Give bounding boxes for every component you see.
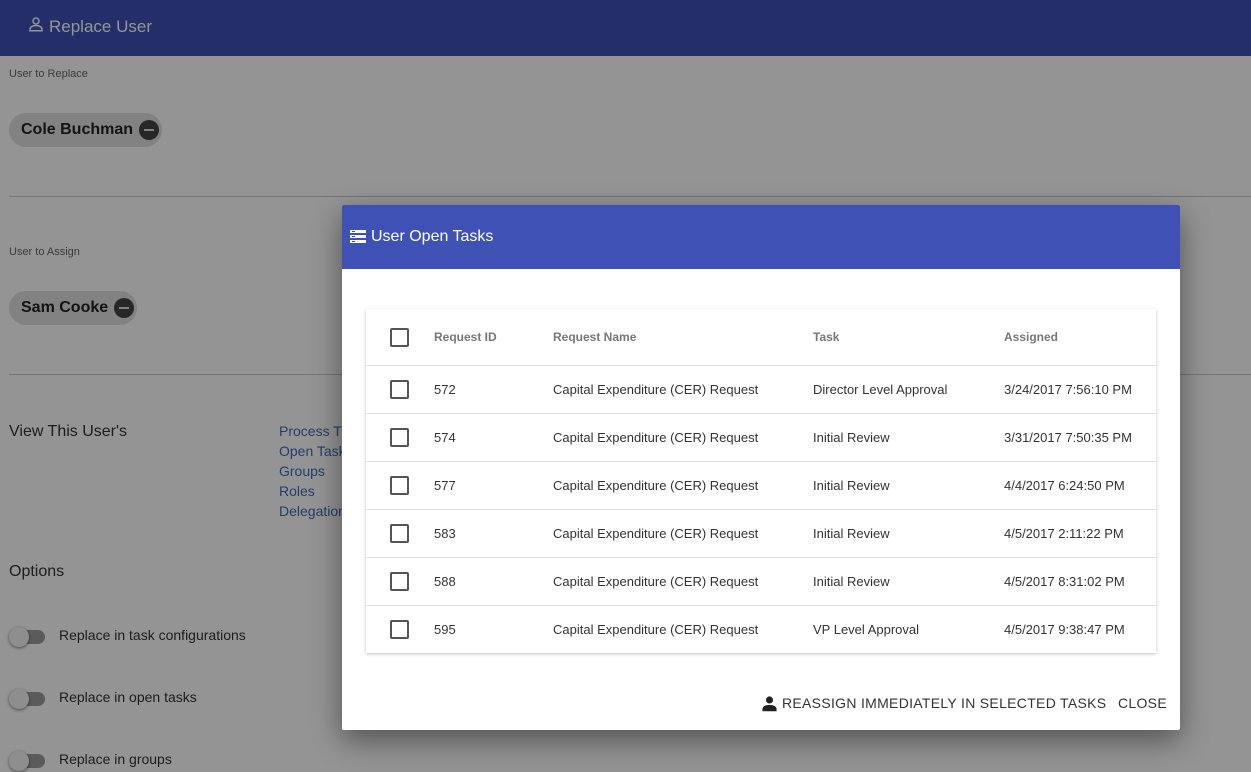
select-all-checkbox[interactable] [390, 327, 409, 347]
cell-assigned: 3/31/2017 7:50:35 PM [1004, 430, 1132, 445]
row-checkbox[interactable] [390, 572, 409, 591]
row-select-cell [390, 462, 409, 509]
dialog-header: User Open Tasks [342, 205, 1180, 269]
row-checkbox[interactable] [390, 524, 409, 543]
list-icon [349, 229, 367, 245]
cell-request-name: Capital Expenditure (CER) Request [553, 526, 759, 541]
cell-task: Initial Review [813, 526, 890, 541]
open-tasks-table: Request ID Request Name Task Assigned 57… [366, 309, 1156, 653]
table-header-row: Request ID Request Name Task Assigned [366, 309, 1156, 365]
cell-request-id: 595 [434, 622, 456, 637]
cell-request-id: 577 [434, 478, 456, 493]
table-row[interactable]: 583 Capital Expenditure (CER) Request In… [366, 509, 1156, 557]
row-checkbox[interactable] [390, 428, 409, 447]
table-row[interactable]: 572 Capital Expenditure (CER) Request Di… [366, 365, 1156, 413]
cell-request-name: Capital Expenditure (CER) Request [553, 622, 759, 637]
col-assigned[interactable]: Assigned [1004, 309, 1058, 365]
row-checkbox[interactable] [390, 620, 409, 639]
cell-task: Initial Review [813, 478, 890, 493]
row-select-cell [390, 510, 409, 557]
col-request-name[interactable]: Request Name [553, 309, 636, 365]
close-button[interactable]: CLOSE [1118, 683, 1167, 723]
table-row[interactable]: 577 Capital Expenditure (CER) Request In… [366, 461, 1156, 509]
cell-request-id: 588 [434, 574, 456, 589]
person-icon [761, 695, 778, 712]
cell-request-name: Capital Expenditure (CER) Request [553, 574, 759, 589]
cell-assigned: 4/5/2017 8:31:02 PM [1004, 574, 1125, 589]
col-task[interactable]: Task [813, 309, 839, 365]
cell-task: Initial Review [813, 574, 890, 589]
row-select-cell [390, 414, 409, 461]
cell-request-id: 574 [434, 430, 456, 445]
cell-assigned: 4/5/2017 9:38:47 PM [1004, 622, 1125, 637]
col-request-id[interactable]: Request ID [434, 309, 497, 365]
cell-task: Director Level Approval [813, 382, 948, 397]
row-checkbox[interactable] [390, 380, 409, 399]
cell-request-id: 583 [434, 526, 456, 541]
table-row[interactable]: 574 Capital Expenditure (CER) Request In… [366, 413, 1156, 461]
row-checkbox[interactable] [390, 476, 409, 495]
cell-assigned: 4/5/2017 2:11:22 PM [1004, 526, 1124, 541]
dialog-title: User Open Tasks [371, 228, 494, 245]
table-row[interactable]: 588 Capital Expenditure (CER) Request In… [366, 557, 1156, 605]
cell-assigned: 4/4/2017 6:24:50 PM [1004, 478, 1125, 493]
user-open-tasks-dialog: User Open Tasks Request ID Request Name … [342, 205, 1180, 730]
cell-request-name: Capital Expenditure (CER) Request [553, 382, 759, 397]
cell-assigned: 3/24/2017 7:56:10 PM [1004, 382, 1132, 397]
cell-request-id: 572 [434, 382, 456, 397]
table-row[interactable]: 595 Capital Expenditure (CER) Request VP… [366, 605, 1156, 653]
reassign-button-label: REASSIGN IMMEDIATELY IN SELECTED TASKS [782, 695, 1107, 711]
select-all-cell [390, 309, 409, 365]
row-select-cell [390, 558, 409, 605]
cell-task: Initial Review [813, 430, 890, 445]
dialog-actions: REASSIGN IMMEDIATELY IN SELECTED TASKS C… [342, 683, 1180, 723]
reassign-button[interactable]: REASSIGN IMMEDIATELY IN SELECTED TASKS [761, 683, 1106, 723]
cell-request-name: Capital Expenditure (CER) Request [553, 430, 759, 445]
cell-request-name: Capital Expenditure (CER) Request [553, 478, 759, 493]
cell-task: VP Level Approval [813, 622, 919, 637]
row-select-cell [390, 366, 409, 413]
row-select-cell [390, 606, 409, 653]
